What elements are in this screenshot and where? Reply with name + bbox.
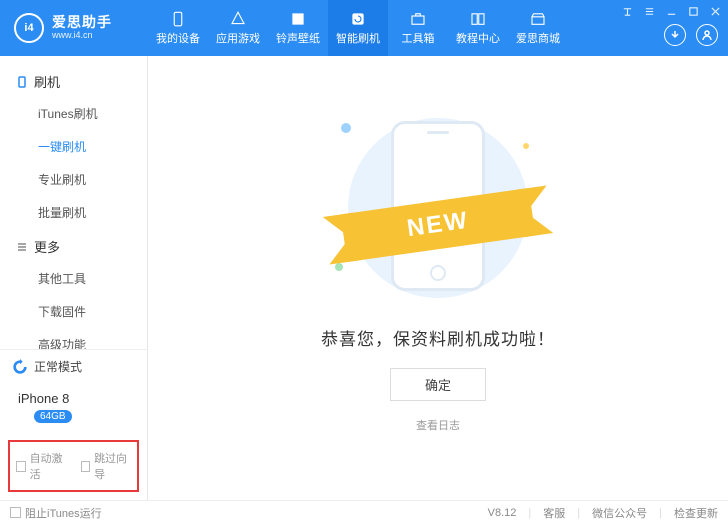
mode-label: 正常模式: [34, 358, 82, 375]
ok-button[interactable]: 确定: [390, 368, 486, 401]
update-link[interactable]: 检查更新: [674, 505, 718, 521]
sidebar-group-flash[interactable]: 刷机: [0, 64, 147, 97]
checkbox-icon: [10, 507, 21, 518]
logo-icon: i4: [14, 13, 44, 43]
sidebar-item-batch[interactable]: 批量刷机: [0, 196, 147, 229]
user-button[interactable]: [696, 24, 718, 46]
flash-icon: [349, 10, 367, 28]
close-button[interactable]: [708, 4, 722, 18]
phone-icon: [169, 10, 187, 28]
group-label: 刷机: [34, 72, 60, 91]
nav-ringtones[interactable]: 铃声壁纸: [268, 0, 328, 56]
window-controls: [620, 4, 722, 18]
nav-label: 应用游戏: [216, 30, 260, 46]
logo[interactable]: i4 爱思助手 www.i4.cn: [0, 13, 148, 43]
nav-label: 我的设备: [156, 30, 200, 46]
nav-games[interactable]: 应用游戏: [208, 0, 268, 56]
download-button[interactable]: [664, 24, 686, 46]
sidebar-item-download[interactable]: 下载固件: [0, 295, 147, 328]
options-highlight: 自动激活 跳过向导: [8, 440, 139, 492]
logo-url: www.i4.cn: [52, 31, 112, 41]
device-info[interactable]: iPhone 8 64GB: [0, 383, 147, 434]
maximize-button[interactable]: [686, 4, 700, 18]
nav-toolbox[interactable]: 工具箱: [388, 0, 448, 56]
minimize-button[interactable]: [664, 4, 678, 18]
storage-badge: 64GB: [34, 410, 72, 423]
auto-activate-checkbox[interactable]: 自动激活: [16, 450, 67, 482]
logo-title: 爱思助手: [52, 15, 112, 30]
sidebar-item-tools[interactable]: 其他工具: [0, 262, 147, 295]
check-label: 跳过向导: [94, 450, 131, 482]
checkbox-icon: [81, 461, 91, 472]
flash-group-icon: [16, 76, 28, 88]
apps-icon: [229, 10, 247, 28]
group-label: 更多: [34, 237, 60, 256]
service-link[interactable]: 客服: [543, 505, 565, 521]
nav-label: 爱思商城: [516, 30, 560, 46]
header-right: [664, 24, 718, 46]
nav-label: 教程中心: [456, 30, 500, 46]
toolbox-icon: [409, 10, 427, 28]
book-icon: [469, 10, 487, 28]
sidebar: 刷机 iTunes刷机 一键刷机 专业刷机 批量刷机 更多 其他工具 下载固件 …: [0, 56, 148, 500]
sidebar-item-onekey[interactable]: 一键刷机: [0, 130, 147, 163]
main-content: NEW 恭喜您，保资料刷机成功啦！ 确定 查看日志: [148, 56, 728, 500]
store-icon: [529, 10, 547, 28]
sidebar-item-pro[interactable]: 专业刷机: [0, 163, 147, 196]
skin-button[interactable]: [620, 4, 634, 18]
more-group-icon: [16, 241, 28, 253]
nav-flash[interactable]: 智能刷机: [328, 0, 388, 56]
device-name-label: iPhone 8: [18, 391, 69, 406]
success-message: 恭喜您，保资料刷机成功啦！: [321, 325, 555, 350]
nav-tutorials[interactable]: 教程中心: [448, 0, 508, 56]
nav-label: 铃声壁纸: [276, 30, 320, 46]
menu-button[interactable]: [642, 4, 656, 18]
check-label: 阻止iTunes运行: [25, 505, 102, 521]
sidebar-item-itunes[interactable]: iTunes刷机: [0, 97, 147, 130]
check-label: 自动激活: [30, 450, 67, 482]
app-header: i4 爱思助手 www.i4.cn 我的设备 应用游戏 铃声壁纸 智能刷机 工具…: [0, 0, 728, 56]
ringtone-icon: [289, 10, 307, 28]
nav-label: 工具箱: [402, 30, 435, 46]
success-illustration: NEW: [333, 113, 543, 303]
view-log-link[interactable]: 查看日志: [416, 417, 460, 433]
sidebar-item-advanced[interactable]: 高级功能: [0, 328, 147, 349]
status-bar: 阻止iTunes运行 V8.12 | 客服 | 微信公众号 | 检查更新: [0, 500, 728, 524]
nav-label: 智能刷机: [336, 30, 380, 46]
nav-store[interactable]: 爱思商城: [508, 0, 568, 56]
checkbox-icon: [16, 461, 26, 472]
sidebar-group-more[interactable]: 更多: [0, 229, 147, 262]
block-itunes-checkbox[interactable]: 阻止iTunes运行: [10, 505, 102, 521]
device-mode[interactable]: 正常模式: [0, 349, 147, 383]
refresh-icon: [12, 359, 28, 375]
version-label: V8.12: [488, 507, 517, 519]
top-nav: 我的设备 应用游戏 铃声壁纸 智能刷机 工具箱 教程中心 爱思商城: [148, 0, 568, 56]
wechat-link[interactable]: 微信公众号: [592, 505, 647, 521]
nav-devices[interactable]: 我的设备: [148, 0, 208, 56]
skip-guide-checkbox[interactable]: 跳过向导: [81, 450, 132, 482]
